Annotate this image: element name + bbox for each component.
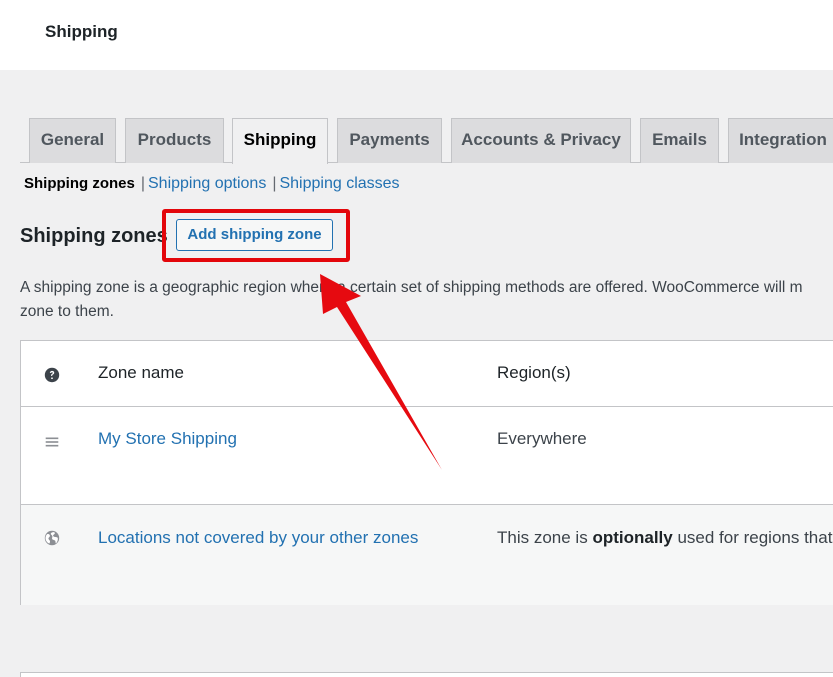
section-title: Shipping zones	[20, 225, 168, 247]
zone-name-link[interactable]: My Store Shipping	[98, 429, 237, 449]
tab-shipping[interactable]: Shipping	[232, 118, 328, 164]
table-header: Zone name Region(s)	[21, 341, 833, 407]
tab-payments[interactable]: Payments	[337, 118, 442, 163]
rest-regions-text: This zone is	[497, 528, 593, 547]
drag-handle-icon[interactable]	[43, 433, 61, 451]
tab-accounts-privacy[interactable]: Accounts & Privacy	[451, 118, 631, 163]
subnav-shipping-classes[interactable]: Shipping classes	[279, 175, 399, 192]
shipping-subnav: Shipping zones | Shipping options | Shipping…	[24, 175, 400, 193]
rest-regions-bold: optionally	[592, 528, 673, 547]
shipping-zones-table: Zone name Region(s) My Store Shipping Ev…	[20, 340, 833, 605]
subnav-shipping-options[interactable]: Shipping options	[148, 175, 266, 192]
subnav-separator: |	[140, 175, 145, 192]
top-bar: Shipping	[0, 0, 833, 70]
subnav-separator: |	[272, 175, 277, 192]
rest-regions-text-end: used for regions that	[672, 528, 833, 547]
highlight-box	[162, 209, 350, 262]
tab-integration[interactable]: Integration	[728, 118, 833, 163]
help-icon[interactable]	[43, 366, 61, 384]
tab-general[interactable]: General	[29, 118, 116, 163]
table-row: My Store Shipping Everywhere	[21, 407, 833, 505]
tab-products[interactable]: Products	[125, 118, 224, 163]
subnav-shipping-zones[interactable]: Shipping zones	[24, 175, 135, 192]
tab-emails[interactable]: Emails	[640, 118, 719, 163]
globe-icon	[44, 530, 60, 546]
table-row-rest-of-world: Locations not covered by your other zone…	[21, 505, 833, 605]
page-title: Shipping	[45, 22, 118, 41]
zone-regions: Everywhere	[497, 429, 587, 448]
description-line-2: zone to them.	[20, 303, 114, 320]
rest-of-world-link[interactable]: Locations not covered by your other zone…	[98, 528, 418, 548]
bottom-panel	[20, 672, 833, 677]
column-regions: Region(s)	[497, 363, 571, 382]
section-description: A shipping zone is a geographic region w…	[20, 276, 833, 324]
settings-tabs: General Products Shipping Payments Accou…	[20, 118, 833, 164]
column-zone-name: Zone name	[98, 363, 184, 382]
description-line-1: A shipping zone is a geographic region w…	[20, 279, 803, 296]
rest-of-world-description: This zone is optionally used for regions…	[497, 528, 832, 548]
